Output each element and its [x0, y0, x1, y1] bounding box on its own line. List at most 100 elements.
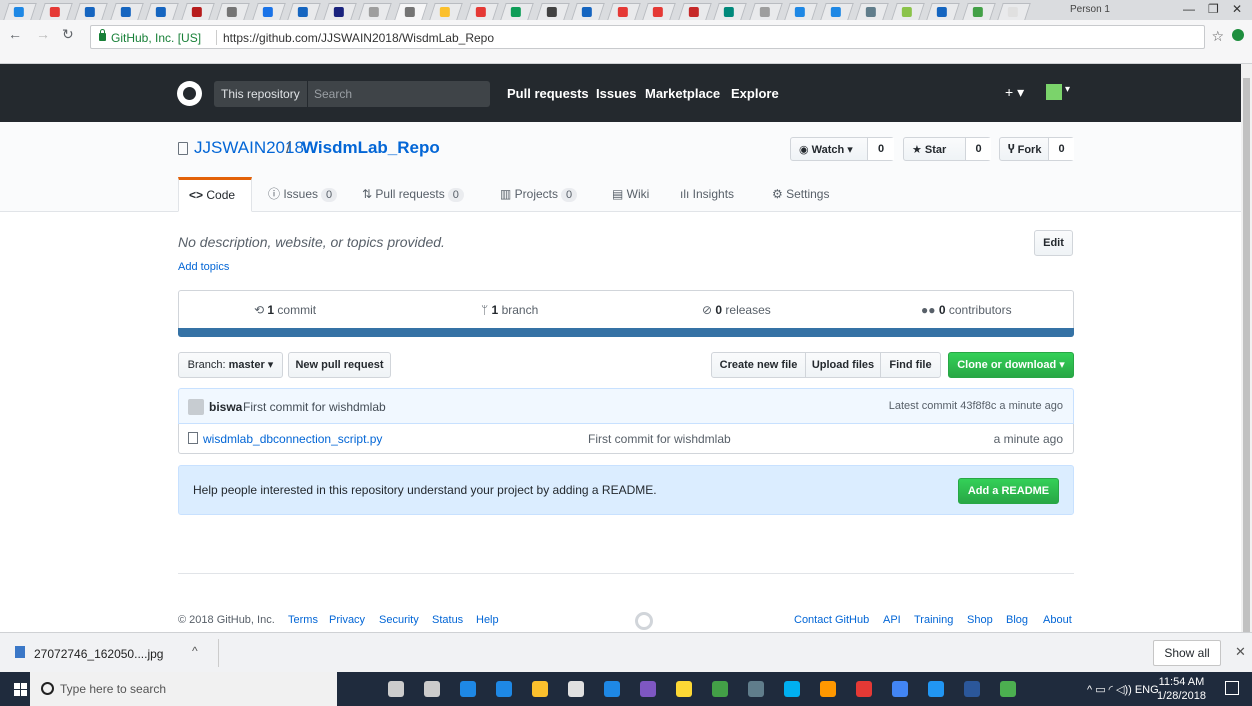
taskbar-app-icon[interactable] [640, 681, 656, 697]
footer-link-status[interactable]: Status [432, 614, 463, 626]
footer-link-help[interactable]: Help [476, 614, 499, 626]
forward-arrow-icon[interactable]: → [36, 26, 50, 42]
commits-link[interactable]: ⟲ 1 commit [254, 303, 316, 317]
taskbar-app-icon[interactable] [964, 681, 980, 697]
taskbar-app-icon[interactable] [748, 681, 764, 697]
browser-tab[interactable] [855, 3, 889, 20]
taskbar-app-icon[interactable] [568, 681, 584, 697]
nav-issues[interactable]: Issues [596, 86, 636, 101]
browser-tab[interactable] [784, 3, 818, 20]
taskbar-app-icon[interactable] [856, 681, 872, 697]
footer-link-security[interactable]: Security [379, 614, 419, 626]
tab-code[interactable]: <> Code [178, 177, 252, 212]
footer-link-contact[interactable]: Contact GitHub [794, 614, 869, 626]
add-readme-button[interactable]: Add a README [958, 478, 1059, 504]
taskbar-app-icon[interactable] [460, 681, 476, 697]
taskbar-app-icon[interactable] [496, 681, 512, 697]
commit-author-link[interactable]: biswa [209, 400, 242, 414]
watch-button[interactable]: ◉ Watch ▾ 0 [790, 137, 894, 161]
taskbar-app-icon[interactable] [604, 681, 620, 697]
reload-icon[interactable]: ↻ [62, 26, 74, 43]
clock[interactable]: 11:54 AM 1/28/2018 [1157, 675, 1206, 703]
footer-link-privacy[interactable]: Privacy [329, 614, 365, 626]
commit-message-link[interactable]: First commit for wishdmlab [243, 400, 386, 414]
avatar[interactable] [1046, 84, 1062, 100]
browser-tab[interactable] [713, 3, 747, 20]
taskbar-app-icon[interactable] [424, 681, 440, 697]
windows-start-icon[interactable] [14, 683, 28, 697]
avatar-caret-icon[interactable]: ▾ [1065, 84, 1070, 95]
clone-download-button[interactable]: Clone or download ▾ [948, 352, 1074, 378]
add-topics-link[interactable]: Add topics [178, 261, 229, 273]
taskbar-app-icon[interactable] [784, 681, 800, 697]
browser-tab[interactable] [748, 3, 783, 20]
download-menu-caret-icon[interactable]: ^ [192, 644, 198, 658]
close-window-icon[interactable]: ✕ [1232, 2, 1242, 16]
taskbar-app-icon[interactable] [928, 681, 944, 697]
minimize-icon[interactable]: — [1183, 2, 1195, 16]
scrollbar-thumb[interactable] [1243, 78, 1250, 644]
tab-wiki[interactable]: ▤ Wiki [612, 177, 649, 212]
tab-settings[interactable]: ⚙ Settings [772, 177, 829, 212]
tab-insights[interactable]: ılı Insights [680, 177, 734, 212]
nav-explore[interactable]: Explore [731, 86, 779, 101]
show-all-button[interactable]: Show all [1153, 640, 1221, 666]
close-icon[interactable]: ✕ [1235, 644, 1246, 660]
footer-link-blog[interactable]: Blog [1006, 614, 1028, 626]
url-text[interactable]: https://github.com/JJSWAIN2018/WisdmLab_… [223, 31, 494, 45]
branches-link[interactable]: ᛘ 1 branch [481, 303, 538, 317]
download-item[interactable]: 27072746_162050....jpg [34, 647, 163, 661]
taskbar-app-icon[interactable] [388, 681, 404, 697]
notification-icon[interactable] [1225, 681, 1239, 695]
repo-name-link[interactable]: WisdmLab_Repo [302, 138, 440, 158]
releases-link[interactable]: ⊘ 0 releases [702, 303, 771, 317]
browser-tab[interactable] [429, 3, 463, 20]
browser-tab[interactable] [677, 3, 712, 20]
fork-count[interactable]: 0 [1048, 138, 1074, 160]
omnibox[interactable]: GitHub, Inc. [US] https://github.com/JJS… [90, 25, 1205, 49]
contributors-link[interactable]: ●● 0 contributors [921, 303, 1012, 317]
browser-tab[interactable] [358, 3, 392, 20]
bookmark-star-icon[interactable]: ☆ [1211, 28, 1224, 45]
browser-tab[interactable] [180, 3, 215, 20]
tab-projects[interactable]: ▥ Projects 0 [500, 177, 578, 212]
browser-tab[interactable] [535, 3, 570, 20]
search-input[interactable] [314, 85, 484, 103]
footer-link-training[interactable]: Training [914, 614, 953, 626]
browser-tab[interactable] [74, 3, 108, 20]
browser-tab[interactable] [890, 3, 925, 20]
fork-button[interactable]: Ⴤ Fork 0 [999, 137, 1074, 161]
footer-link-about[interactable]: About [1043, 614, 1072, 626]
back-arrow-icon[interactable]: ← [8, 26, 22, 42]
browser-tab[interactable] [393, 3, 428, 20]
maximize-icon[interactable]: ❐ [1208, 2, 1219, 16]
browser-tab[interactable] [287, 3, 321, 20]
watch-count[interactable]: 0 [867, 138, 894, 160]
header-search[interactable]: This repository [214, 81, 490, 107]
nav-pull-requests[interactable]: Pull requests [507, 86, 589, 101]
browser-tab[interactable] [961, 3, 996, 20]
profile-button[interactable]: Person 1 [1070, 4, 1110, 15]
avatar[interactable] [188, 399, 204, 415]
nav-marketplace[interactable]: Marketplace [645, 86, 720, 101]
tab-pull-requests[interactable]: ⇅ Pull requests 0 [362, 177, 464, 212]
create-new-button[interactable]: + ▾ [1005, 84, 1024, 101]
tab-issues[interactable]: ⓘ Issues 0 [268, 177, 338, 212]
browser-tab[interactable] [216, 3, 250, 20]
browser-tab[interactable] [38, 3, 73, 20]
file-commit-message[interactable]: First commit for wishdmlab [588, 432, 731, 446]
taskbar-app-icon[interactable] [892, 681, 908, 697]
browser-tab[interactable] [926, 3, 960, 20]
browser-tab[interactable] [819, 3, 854, 20]
browser-tab[interactable] [997, 3, 1031, 20]
edit-button[interactable]: Edit [1034, 230, 1073, 256]
create-new-file-button[interactable]: Create new file [711, 352, 806, 378]
browser-tab[interactable] [500, 3, 534, 20]
star-count[interactable]: 0 [965, 138, 991, 160]
taskbar-app-icon[interactable] [820, 681, 836, 697]
taskbar-app-icon[interactable] [1000, 681, 1016, 697]
taskbar-app-icon[interactable] [676, 681, 692, 697]
taskbar-app-icon[interactable] [532, 681, 548, 697]
taskbar-app-icon[interactable] [712, 681, 728, 697]
footer-link-terms[interactable]: Terms [288, 614, 318, 626]
